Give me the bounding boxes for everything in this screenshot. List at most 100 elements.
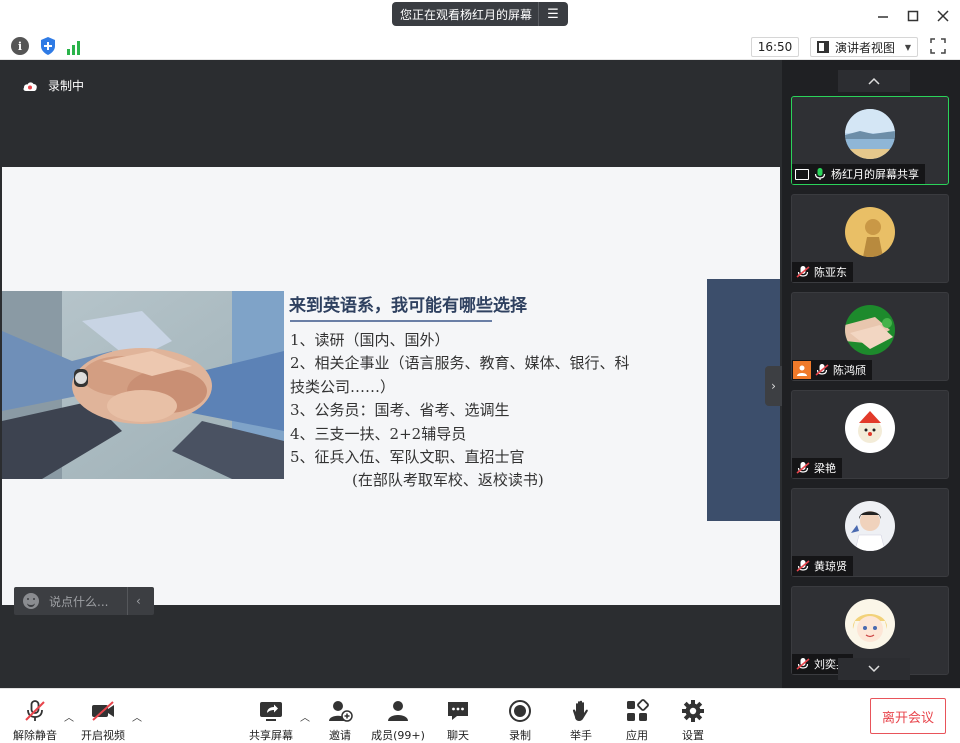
avatar xyxy=(845,501,895,551)
view-mode-dropdown[interactable]: 演讲者视图 ▼ xyxy=(810,37,918,57)
chevron-down-icon xyxy=(868,665,880,673)
teamwork-hands-photo xyxy=(2,291,284,479)
share-menu-icon[interactable]: ☰ xyxy=(539,7,567,22)
bullet-item: 5、征兵入伍、军队文职、直招士官 xyxy=(290,448,525,467)
avatar xyxy=(845,207,895,257)
share-screen-label: 共享屏幕 xyxy=(249,729,293,742)
fullscreen-icon[interactable] xyxy=(930,38,946,54)
mic-muted-icon xyxy=(815,364,829,376)
record-icon xyxy=(509,700,531,722)
bullet-item: 1、读研（国内、国外） xyxy=(290,331,450,349)
minimize-icon[interactable] xyxy=(873,6,893,26)
chevron-down-icon: ▼ xyxy=(904,42,911,52)
mic-muted-icon xyxy=(796,560,810,572)
layout-icon xyxy=(817,41,829,53)
members-icon xyxy=(388,701,408,721)
avatar xyxy=(845,599,895,649)
share-screen-button[interactable]: 共享屏幕 xyxy=(248,689,294,743)
mic-muted-icon xyxy=(796,658,810,670)
gear-icon xyxy=(682,700,704,722)
view-mode-label: 演讲者视图 xyxy=(835,40,896,55)
user-avatar-icon xyxy=(793,361,811,379)
audio-options-caret-icon[interactable]: ︿ xyxy=(64,709,74,724)
meeting-toolbar: i 16:50 演讲者视图 ▼ xyxy=(0,32,960,60)
participant-name: 杨红月的屏幕共享 xyxy=(831,168,919,181)
apps-label: 应用 xyxy=(626,729,648,742)
collapse-sidebar-button[interactable]: › xyxy=(765,366,782,406)
chat-button[interactable]: 聊天 xyxy=(440,689,476,743)
shared-screen-stage: 录制中 来到英语系，我可能有哪些选择 1、读研（国内、国外） 2、相关企事业（语… xyxy=(0,60,782,688)
info-icon[interactable]: i xyxy=(11,37,29,55)
slide-bullet-list: 1、读研（国内、国外） 2、相关企事业（语言服务、教育、媒体、银行、科 技类公司… xyxy=(290,329,690,493)
share-screen-icon xyxy=(260,702,282,721)
bullet-item: 4、三支一扶、2+2辅导员 xyxy=(290,424,467,443)
share-options-caret-icon[interactable]: ︿ xyxy=(300,709,310,724)
start-video-button[interactable]: 开启视频 xyxy=(80,689,126,743)
participant-name: 陈鸿颀 xyxy=(833,364,866,377)
raise-hand-label: 举手 xyxy=(570,729,592,742)
video-options-caret-icon[interactable]: ︿ xyxy=(132,709,142,724)
meeting-controls-bar: 解除静音 ︿ 开启视频 ︿ 共享屏幕 ︿ 邀请 成员(99+) 聊天 录制 举手… xyxy=(0,688,960,743)
avatar xyxy=(845,305,895,355)
cloud-record-icon xyxy=(23,81,37,91)
maximize-icon[interactable] xyxy=(903,6,923,26)
apps-button[interactable]: 应用 xyxy=(619,689,655,743)
leave-meeting-button[interactable]: 离开会议 xyxy=(870,698,946,734)
participant-nametag: 梁艳 xyxy=(792,458,842,478)
scroll-up-button[interactable] xyxy=(838,70,910,92)
bullet-item: 2、相关企事业（语言服务、教育、媒体、银行、科 xyxy=(290,354,630,373)
chat-placeholder: 说点什么... xyxy=(49,594,109,609)
quick-chat-input[interactable]: 说点什么... ‹ xyxy=(14,587,154,615)
raise-hand-button[interactable]: 举手 xyxy=(563,689,599,743)
start-video-label: 开启视频 xyxy=(81,729,125,742)
recording-label: 录制中 xyxy=(48,79,85,93)
presentation-slide: 来到英语系，我可能有哪些选择 1、读研（国内、国外） 2、相关企事业（语言服务、… xyxy=(2,167,780,605)
hand-icon xyxy=(572,700,588,721)
bullet-item: 技类公司……） xyxy=(290,377,396,396)
sharing-notice: 您正在观看杨红月的屏幕 xyxy=(400,7,533,22)
chevron-up-icon xyxy=(868,77,880,85)
participant-tile[interactable]: 黄琼贤 xyxy=(791,488,949,577)
bullet-item: 3、公务员：国考、省考、选调生 xyxy=(290,401,510,420)
record-button[interactable]: 录制 xyxy=(502,689,538,743)
slide-title: 来到英语系，我可能有哪些选择 xyxy=(289,296,527,316)
scroll-down-button[interactable] xyxy=(838,658,910,680)
participant-tile[interactable]: 陈鸿颀 xyxy=(791,292,949,381)
participant-name: 黄琼贤 xyxy=(814,560,847,573)
mic-muted-icon xyxy=(796,462,810,474)
participant-tile[interactable]: 杨红月的屏幕共享 xyxy=(791,96,949,185)
close-icon[interactable] xyxy=(933,6,953,26)
mic-muted-icon xyxy=(25,700,45,721)
screen-share-icon xyxy=(795,168,809,180)
participant-tile[interactable]: 陈亚东 xyxy=(791,194,949,283)
unmute-label: 解除静音 xyxy=(13,729,57,742)
invite-button[interactable]: 邀请 xyxy=(322,689,358,743)
chat-icon xyxy=(448,702,468,720)
network-signal-icon[interactable] xyxy=(67,37,85,55)
settings-label: 设置 xyxy=(682,729,704,742)
apps-grid-icon xyxy=(627,699,649,721)
mic-on-icon xyxy=(814,168,826,180)
chevron-right-icon: › xyxy=(771,379,776,393)
invite-label: 邀请 xyxy=(329,729,351,742)
participant-nametag: 陈亚东 xyxy=(792,262,853,282)
screen-share-indicator: 您正在观看杨红月的屏幕 ☰ xyxy=(392,2,568,26)
participant-name: 陈亚东 xyxy=(814,266,847,279)
emoji-icon[interactable] xyxy=(23,593,39,609)
members-button[interactable]: 成员(99+) xyxy=(370,689,426,743)
settings-button[interactable]: 设置 xyxy=(675,689,711,743)
members-label: 成员(99+) xyxy=(371,729,425,742)
meeting-time: 16:50 xyxy=(751,37,799,57)
participant-nametag: 杨红月的屏幕共享 xyxy=(792,164,925,184)
add-person-icon xyxy=(329,701,353,722)
unmute-button[interactable]: 解除静音 xyxy=(12,689,58,743)
record-label: 录制 xyxy=(509,729,531,742)
security-shield-icon[interactable] xyxy=(39,36,57,56)
bullet-item: (在部队考取军校、返校读书) xyxy=(352,471,544,490)
participant-nametag: 黄琼贤 xyxy=(792,556,853,576)
participant-tile[interactable]: 梁艳 xyxy=(791,390,949,479)
chat-label: 聊天 xyxy=(447,729,469,742)
title-bar: 您正在观看杨红月的屏幕 ☰ xyxy=(0,0,960,32)
participant-name: 梁艳 xyxy=(814,462,836,475)
chevron-left-icon[interactable]: ‹ xyxy=(136,594,141,608)
